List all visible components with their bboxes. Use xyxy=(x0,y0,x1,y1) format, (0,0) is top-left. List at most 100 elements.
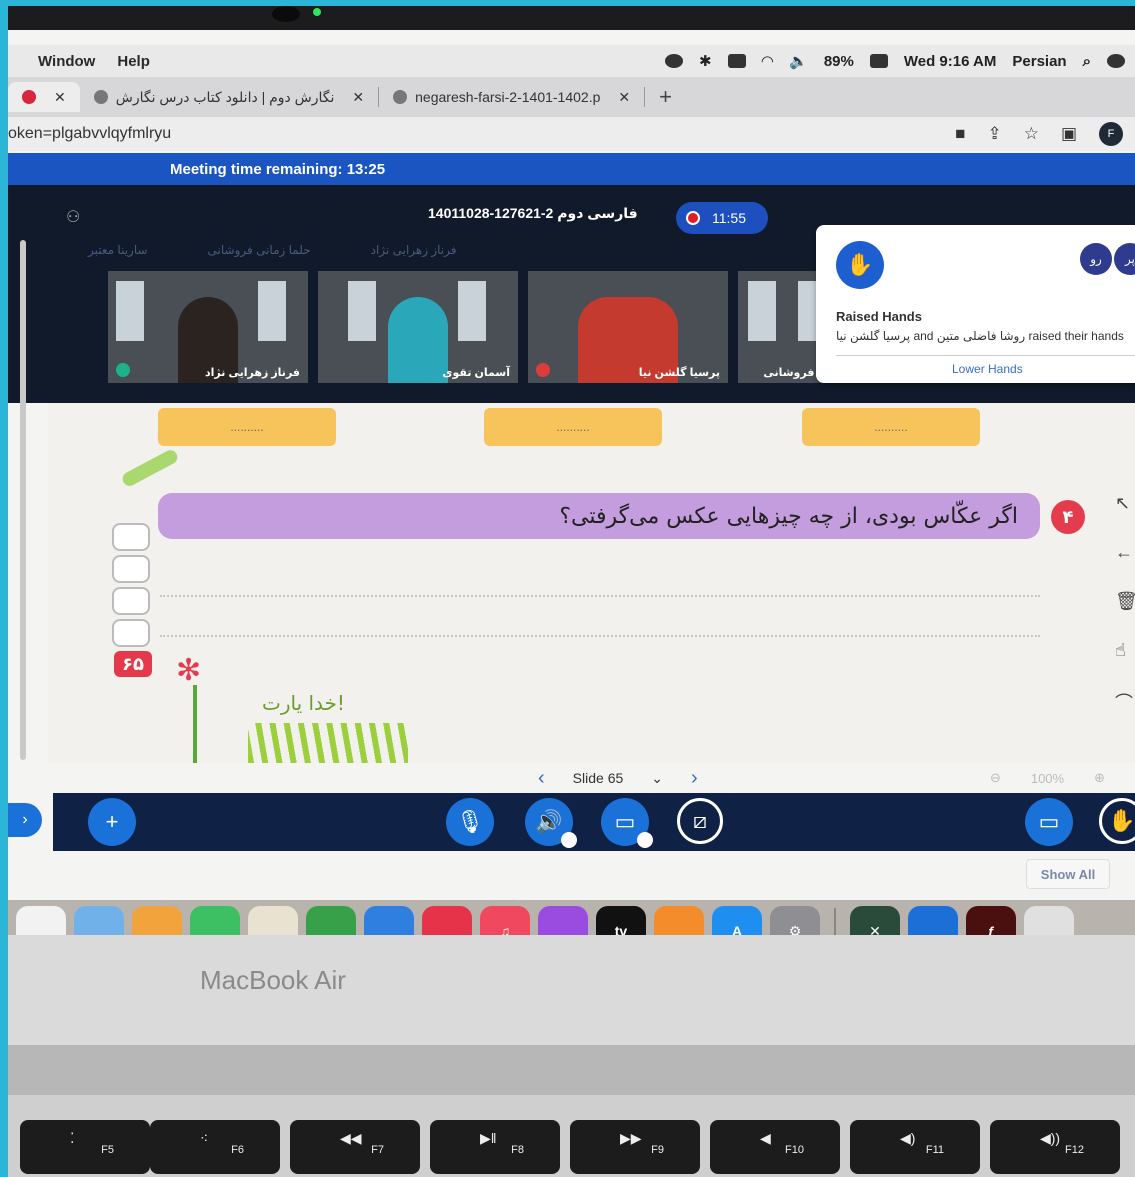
menubar-clock[interactable]: Wed 9:16 AM xyxy=(904,53,997,70)
volume-icon[interactable]: 🔈 xyxy=(789,52,808,70)
chevron-down-icon[interactable]: ⌄ xyxy=(651,770,663,787)
notes-icon[interactable] xyxy=(248,906,298,935)
tab-close-icon[interactable]: ✕ xyxy=(352,89,364,106)
books-icon[interactable] xyxy=(654,906,704,935)
previous-slide-icon[interactable]: ‹ xyxy=(538,767,545,790)
record-icon xyxy=(686,211,700,225)
facetime-icon[interactable] xyxy=(190,906,240,935)
video-tile[interactable]: فرناز زهرایی نژاد xyxy=(108,271,308,383)
camera-icon[interactable]: ■ xyxy=(955,124,965,144)
input-language[interactable]: Persian xyxy=(1012,53,1066,70)
camera-button[interactable]: ▭ xyxy=(601,798,653,848)
tab-negaresh-download[interactable]: نگارش دوم | دانلود کتاب درس نگارش ✕ xyxy=(80,82,378,112)
podcasts-icon[interactable] xyxy=(538,906,588,935)
video-tile[interactable]: پرسیا گلشن نیا xyxy=(528,271,728,383)
laptop-brand: MacBook Air xyxy=(200,965,346,995)
answer-box: .......... xyxy=(158,408,336,446)
meeting-title: 14011028-127621-2 فارسی دوم xyxy=(428,205,638,221)
hand-tool-icon[interactable]: ☝ xyxy=(1115,640,1135,661)
recording-indicator[interactable]: 11:55 xyxy=(676,202,768,234)
settings-badge xyxy=(637,832,653,848)
system-preferences-icon[interactable]: ⚙ xyxy=(770,906,820,935)
settings-badge xyxy=(561,832,577,848)
trash-icon[interactable] xyxy=(1024,906,1074,935)
news-icon[interactable] xyxy=(422,906,472,935)
battery-icon[interactable] xyxy=(869,54,888,68)
tab-close-icon[interactable]: ✕ xyxy=(54,89,66,106)
lower-hands-button[interactable]: Lower Hands xyxy=(952,362,1023,376)
tab-close-icon[interactable]: ✕ xyxy=(618,89,630,106)
video-tiles: فرناز زهرایی نژاد آسمان تقوی پرسیا گلشن … xyxy=(108,271,858,383)
participants-icon[interactable]: ⚇ xyxy=(66,207,80,227)
appletv-icon[interactable]: tv xyxy=(596,906,646,935)
address-bar[interactable]: oken=plgabvvlqyfmlryu ■ ⇪ ☆ ▣ F xyxy=(8,117,1135,151)
undo-icon[interactable]: ← xyxy=(1115,542,1135,563)
key-f9: ▶▶ F9 xyxy=(570,1120,700,1174)
zoom-out-icon[interactable]: ⊖ xyxy=(990,770,1001,786)
slide-navigation: ‹ Slide 65 ⌄ › ⊖ 100% ⊕ xyxy=(48,763,1135,793)
tab-negaresh-pdf[interactable]: negaresh-farsi-2-1401-1402.p ✕ xyxy=(379,82,644,112)
presentation-button[interactable]: ▭ xyxy=(1025,798,1073,846)
macos-dock: ♫ tv A ⚙ ✕ ƒ xyxy=(8,900,1135,935)
control-center-icon[interactable] xyxy=(1107,54,1125,68)
bookmark-star-icon[interactable]: ☆ xyxy=(1024,124,1039,144)
webcam-led xyxy=(313,8,321,16)
appstore-icon[interactable]: A xyxy=(712,906,762,935)
reminders-icon[interactable] xyxy=(16,906,66,935)
next-slide-icon[interactable]: › xyxy=(691,767,698,790)
spotlight-search-icon[interactable]: ⌕ xyxy=(1083,53,1091,70)
video-tile[interactable]: آسمان تقوی xyxy=(318,271,518,383)
wifi-icon[interactable]: ◠ xyxy=(762,52,774,70)
speaker-button[interactable]: 🔊 xyxy=(525,798,577,848)
trash-icon[interactable]: 🗑 xyxy=(1115,591,1135,612)
profile-avatar[interactable]: F xyxy=(1099,122,1123,146)
checkbox xyxy=(112,619,150,647)
share-icon[interactable]: ⇪ xyxy=(987,124,1001,144)
key-f6: ⁖ F6 xyxy=(150,1120,280,1174)
window-background xyxy=(458,281,486,341)
closing-text: خدا یارت! xyxy=(262,691,345,715)
tab-title: نگارش دوم | دانلود کتاب درس نگارش xyxy=(115,88,335,105)
raise-hand-button[interactable]: ✋ xyxy=(1099,798,1135,844)
expand-panel-icon[interactable]: › xyxy=(8,803,42,837)
add-button[interactable]: + xyxy=(88,798,136,846)
numbers-icon[interactable] xyxy=(306,906,356,935)
microphone-button[interactable]: 🎙 xyxy=(446,798,494,846)
raised-hands-title: Raised Hands xyxy=(836,309,922,324)
raised-hand-avatar: پر xyxy=(1114,243,1135,275)
meeting-time-banner: Meeting time remaining: 13:25 xyxy=(8,153,1135,185)
flash-player-icon[interactable]: ƒ xyxy=(966,906,1016,935)
sidebar-icon[interactable]: ▣ xyxy=(1061,124,1077,144)
faded-name: حلما زمانی فروشانی xyxy=(207,243,311,257)
slide-select[interactable]: Slide 65 xyxy=(573,770,624,786)
tab-current[interactable]: ✕ xyxy=(8,82,80,112)
question-text: اگر عکّاس بودی، از چه چیزهایی عکس می‌گرف… xyxy=(158,493,1040,539)
show-all-button[interactable]: Show All xyxy=(1026,859,1110,889)
screen-share-button[interactable]: ⧄ xyxy=(677,798,723,844)
shield-icon[interactable] xyxy=(665,54,684,68)
quicktime-icon[interactable] xyxy=(908,906,958,935)
zoom-in-icon[interactable]: ⊕ xyxy=(1094,770,1105,786)
menu-help[interactable]: Help xyxy=(117,53,150,70)
app-icon[interactable]: ✕ xyxy=(850,906,900,935)
grass-illustration xyxy=(248,723,408,763)
music-icon[interactable]: ♫ xyxy=(480,906,530,935)
url-text[interactable]: oken=plgabvvlqyfmlryu xyxy=(8,125,171,143)
maps-icon[interactable] xyxy=(74,906,124,935)
bluetooth-icon[interactable]: ✱ xyxy=(699,52,712,70)
left-scrollbar[interactable] xyxy=(20,240,26,760)
photos-icon[interactable] xyxy=(132,906,182,935)
raised-hand-icon: ✋ xyxy=(836,241,884,289)
key-f8: ▶‖ F8 xyxy=(430,1120,560,1174)
participant-name-strip: سارینا معتبر حلما زمانی فروشانی فرناز زه… xyxy=(88,243,457,257)
new-tab-icon[interactable]: + xyxy=(659,84,672,110)
answer-box: .......... xyxy=(484,408,662,446)
chart-tool-icon[interactable]: ⌒ xyxy=(1115,689,1135,715)
pointer-tool-icon[interactable]: ↖ xyxy=(1115,493,1135,514)
keynote-icon[interactable] xyxy=(364,906,414,935)
mic-off-icon xyxy=(536,363,550,377)
divider xyxy=(836,355,1135,356)
menu-window[interactable]: Window xyxy=(38,53,95,70)
meeting-controls: + 🎙 🔊 ▭ ⧄ ▭ ✋ xyxy=(53,793,1135,851)
display-icon[interactable] xyxy=(727,54,746,68)
